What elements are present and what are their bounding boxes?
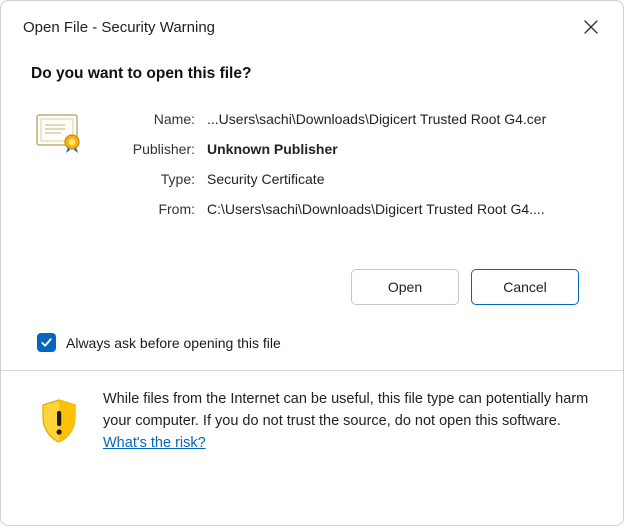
security-warning-dialog: Open File - Security Warning Do you want… [0,0,624,526]
certificate-icon [35,113,83,156]
from-value: C:\Users\sachi\Downloads\Digicert Truste… [207,201,593,217]
checkmark-icon [40,336,53,349]
from-label: From: [109,201,195,217]
footer-warning: While files from the Internet can be use… [31,371,593,472]
always-ask-label: Always ask before opening this file [66,335,281,351]
dialog-heading: Do you want to open this file? [31,65,593,83]
open-button[interactable]: Open [351,269,459,305]
footer-message: While files from the Internet can be use… [103,391,588,429]
whats-the-risk-link[interactable]: What's the risk? [103,435,206,451]
button-row: Open Cancel [31,269,593,305]
close-button[interactable] [577,13,605,41]
window-title: Open File - Security Warning [23,19,215,36]
publisher-value: Unknown Publisher [207,141,593,157]
titlebar: Open File - Security Warning [1,1,623,45]
publisher-label: Publisher: [109,141,195,157]
file-info-section: Name: ...Users\sachi\Downloads\Digicert … [31,111,593,217]
type-label: Type: [109,171,195,187]
cancel-button[interactable]: Cancel [471,269,579,305]
dialog-content: Do you want to open this file? Name: ... [1,45,623,525]
file-fields: Name: ...Users\sachi\Downloads\Digicert … [109,111,593,217]
footer-text: While files from the Internet can be use… [103,389,589,454]
close-icon [584,20,598,34]
type-value: Security Certificate [207,171,593,187]
always-ask-checkbox[interactable] [37,333,56,352]
always-ask-row: Always ask before opening this file [31,333,593,352]
warning-shield-icon [37,397,81,448]
name-label: Name: [109,111,195,127]
name-value: ...Users\sachi\Downloads\Digicert Truste… [207,111,593,127]
